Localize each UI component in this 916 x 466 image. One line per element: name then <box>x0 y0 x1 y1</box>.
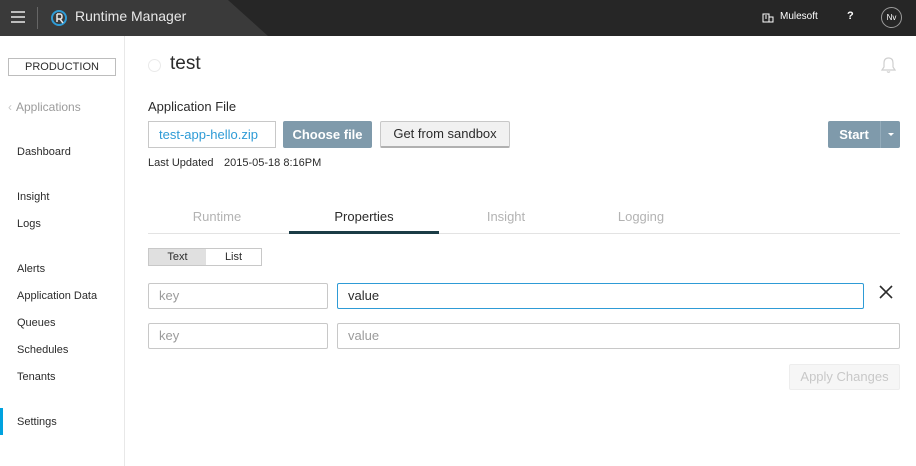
top-bar-divider <box>37 7 38 29</box>
notification-bell-icon[interactable] <box>880 56 897 74</box>
view-mode-toggle: Text List <box>148 248 262 266</box>
top-bar: Runtime Manager Mulesoft ? Nv <box>0 0 916 36</box>
tab-properties[interactable]: Properties <box>289 209 439 234</box>
tab-insight[interactable]: Insight <box>431 209 581 234</box>
sidebar-item-insight[interactable]: Insight <box>17 191 49 203</box>
application-file-name[interactable]: test-app-hello.zip <box>148 121 276 148</box>
sidebar-item-queues[interactable]: Queues <box>17 317 56 329</box>
property-key-input[interactable]: key <box>148 323 328 349</box>
sidebar-item-tenants[interactable]: Tenants <box>17 371 56 383</box>
menu-icon[interactable] <box>11 11 25 24</box>
remove-icon[interactable] <box>878 284 894 300</box>
chevron-left-icon: ‹ <box>8 100 12 114</box>
get-from-sandbox-button[interactable]: Get from sandbox <box>380 121 510 148</box>
sidebar-item-schedules[interactable]: Schedules <box>17 344 68 356</box>
page-title: test <box>170 53 201 74</box>
start-button[interactable]: Start <box>828 121 880 148</box>
property-value-input[interactable]: value <box>337 283 864 309</box>
environment-selector[interactable]: PRODUCTION <box>8 58 116 76</box>
last-updated-value: 2015-05-18 8:16PM <box>224 157 322 169</box>
apply-changes-button[interactable]: Apply Changes <box>789 364 900 390</box>
tab-logging[interactable]: Logging <box>566 209 716 234</box>
sidebar-item-alerts[interactable]: Alerts <box>17 263 45 275</box>
choose-file-button[interactable]: Choose file <box>283 121 372 148</box>
caret-down-icon[interactable] <box>880 121 900 148</box>
sidebar-item-logs[interactable]: Logs <box>17 218 41 230</box>
back-to-applications-link[interactable]: ‹ Applications <box>8 100 81 114</box>
user-avatar[interactable]: Nv <box>881 7 902 28</box>
sidebar-item-application-data[interactable]: Application Data <box>17 290 97 302</box>
org-name[interactable]: Mulesoft <box>780 11 818 22</box>
back-link-label: Applications <box>16 100 81 114</box>
sidebar-item-dashboard[interactable]: Dashboard <box>17 146 71 158</box>
runtime-manager-logo-icon <box>51 10 67 26</box>
toggle-list-option[interactable]: List <box>206 249 261 265</box>
app-title: Runtime Manager <box>75 8 187 24</box>
sidebar: PRODUCTION ‹ Applications Dashboard Insig… <box>0 36 125 466</box>
help-icon[interactable]: ? <box>847 10 854 22</box>
application-file-label: Application File <box>148 99 237 114</box>
property-key-input[interactable]: key <box>148 283 328 309</box>
property-value-input[interactable]: value <box>337 323 900 349</box>
org-icon[interactable] <box>762 11 774 23</box>
tab-runtime[interactable]: Runtime <box>142 209 292 234</box>
toggle-text-option[interactable]: Text <box>149 249 206 265</box>
sidebar-item-settings[interactable]: Settings <box>17 416 57 428</box>
status-icon <box>148 59 161 72</box>
last-updated-label: Last Updated <box>148 157 214 169</box>
sidebar-active-indicator <box>0 408 3 435</box>
